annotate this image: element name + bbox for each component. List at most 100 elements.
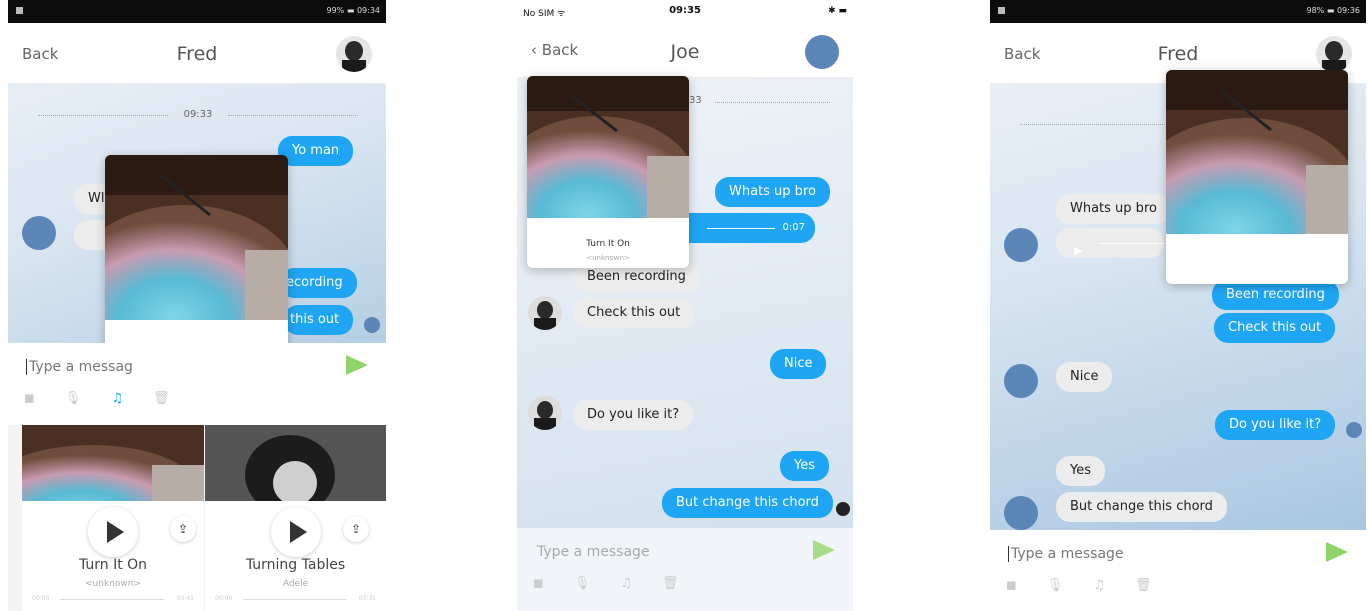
message-incoming[interactable]: Do you like it? bbox=[573, 400, 694, 430]
message-outgoing[interactable]: Do you like it? bbox=[1215, 410, 1336, 440]
album-art-image bbox=[527, 76, 689, 256]
status-bar: 98% ▬ 09:36 bbox=[990, 0, 1366, 23]
nav-bar: ‹ Back Joe bbox=[517, 23, 853, 78]
message-input[interactable]: Type a messag bbox=[26, 359, 133, 375]
message-input[interactable]: Type a message bbox=[1008, 546, 1124, 562]
trash-icon[interactable]: 🗑 bbox=[662, 576, 679, 591]
message-outgoing[interactable]: Been recording bbox=[1212, 280, 1339, 310]
screen-fred-music-picker: 99% ▬ 09:34 Back Fred 09:33 Yo man Wl ec… bbox=[8, 0, 386, 611]
message-outgoing[interactable]: But change this chord bbox=[662, 488, 833, 518]
music-picker: ⇪ Turn It On <unknown> 00:00 03:41 ⇪ Tur… bbox=[8, 425, 386, 611]
track-artist: <unknown> bbox=[586, 254, 630, 262]
time-divider: 33 bbox=[689, 95, 702, 106]
read-receipt-avatar bbox=[1346, 422, 1362, 438]
send-icon[interactable] bbox=[1326, 542, 1348, 562]
message-outgoing[interactable]: Nice bbox=[770, 349, 827, 379]
message-outgoing[interactable]: Check this out bbox=[1214, 313, 1336, 343]
message-incoming[interactable]: Yes bbox=[1056, 456, 1105, 486]
input-bar: Type a message ◼ 🎙 ♫ 🗑 bbox=[517, 528, 853, 611]
album-art-image bbox=[205, 425, 386, 515]
send-icon[interactable] bbox=[813, 540, 835, 560]
contact-avatar[interactable] bbox=[805, 35, 839, 69]
status-time: 09:34 bbox=[356, 6, 380, 15]
input-bar: Type a messag ◼ 🎙 ♫ 🗑 bbox=[8, 343, 386, 425]
album-art-image bbox=[105, 155, 288, 365]
contact-name: Fred bbox=[1157, 43, 1199, 65]
track-artist: Adele bbox=[282, 579, 309, 589]
track-progress: 00:00 03:31 bbox=[215, 595, 376, 602]
contact-name: Joe bbox=[670, 41, 700, 63]
share-icon[interactable]: ⇪ bbox=[170, 516, 196, 542]
notification-icon bbox=[998, 7, 1005, 14]
message-outgoing[interactable]: Yo man bbox=[278, 136, 354, 166]
album-art-image bbox=[22, 425, 204, 545]
attachment-toolbar: ◼ 🎙 ♫ 🗑 bbox=[533, 576, 678, 591]
album-art-preview[interactable]: Turn It On <unknown> bbox=[527, 76, 689, 268]
trash-icon[interactable]: 🗑 bbox=[1135, 578, 1152, 593]
status-bar: 99% ▬ 09:34 bbox=[8, 0, 386, 23]
nav-bar: Back Fred bbox=[8, 23, 386, 84]
attachment-toolbar: ◼ 🎙 ♫ 🗑 bbox=[24, 391, 169, 406]
battery-percent: 98% bbox=[1306, 6, 1325, 15]
camera-icon[interactable]: ◼ bbox=[24, 391, 35, 406]
status-time: 09:36 bbox=[1336, 6, 1360, 15]
music-note-icon[interactable]: ♫ bbox=[1093, 578, 1105, 593]
time-divider: 09:33 bbox=[183, 109, 213, 120]
screen-joe-chat: No SIM ᯤ 09:35 ✱ ▬ ‹ Back Joe 33 Whats u… bbox=[517, 0, 853, 611]
input-bar: Type a message ◼ 🎙 ♫ 🗑 bbox=[990, 530, 1366, 611]
track-title: Turning Tables bbox=[245, 557, 346, 573]
play-icon[interactable]: ▶ bbox=[1074, 236, 1082, 266]
share-icon[interactable]: ⇪ bbox=[343, 516, 369, 542]
battery-percent: 99% bbox=[326, 6, 345, 15]
sender-avatar bbox=[22, 216, 56, 250]
message-outgoing[interactable]: Whats up bro bbox=[715, 177, 830, 207]
battery-icon: ✱ ▬ bbox=[828, 6, 847, 16]
music-tile[interactable]: ⇪ Turning Tables Adele 00:00 03:31 bbox=[205, 425, 386, 611]
attachment-toolbar: ◼ 🎙 ♫ 🗑 bbox=[1006, 578, 1151, 593]
audio-message-incoming[interactable]: ▶ bbox=[1056, 228, 1164, 258]
track-title: Turn It On bbox=[586, 239, 630, 249]
send-icon[interactable] bbox=[346, 355, 368, 375]
screen-fred-chat: 98% ▬ 09:36 Back Fred Whats up bro ▶ Bee… bbox=[990, 0, 1366, 611]
camera-icon[interactable]: ◼ bbox=[1006, 578, 1017, 593]
microphone-icon[interactable]: 🎙 bbox=[574, 576, 591, 591]
message-outgoing[interactable]: this out bbox=[284, 305, 354, 335]
message-incoming[interactable]: But change this chord bbox=[1056, 492, 1227, 522]
notification-icon bbox=[16, 7, 23, 14]
sender-avatar bbox=[528, 296, 562, 330]
audio-message-outgoing[interactable]: 0:07 bbox=[667, 213, 815, 243]
sender-avatar bbox=[1004, 228, 1038, 262]
camera-icon[interactable]: ◼ bbox=[533, 576, 544, 591]
contact-avatar[interactable] bbox=[336, 36, 372, 72]
read-receipt-avatar bbox=[836, 502, 850, 516]
play-icon[interactable] bbox=[88, 507, 138, 557]
album-art-image bbox=[1166, 70, 1348, 278]
sender-avatar bbox=[528, 396, 562, 430]
track-progress: 00:00 03:41 bbox=[32, 595, 194, 602]
contact-avatar[interactable] bbox=[1316, 36, 1352, 72]
album-art-preview[interactable] bbox=[105, 155, 288, 371]
track-artist: <unknown> bbox=[85, 579, 141, 589]
message-incoming[interactable]: Nice bbox=[1056, 362, 1113, 392]
microphone-icon[interactable]: 🎙 bbox=[1047, 578, 1064, 593]
read-receipt-avatar bbox=[364, 317, 380, 333]
contact-name: Fred bbox=[176, 43, 218, 65]
status-bar: No SIM ᯤ 09:35 ✱ ▬ bbox=[517, 0, 853, 23]
album-art-preview[interactable] bbox=[1166, 70, 1348, 284]
microphone-icon[interactable]: 🎙 bbox=[65, 391, 82, 406]
music-note-icon[interactable]: ♫ bbox=[620, 576, 632, 591]
play-icon[interactable] bbox=[271, 507, 321, 557]
message-incoming[interactable]: Check this out bbox=[573, 298, 695, 328]
music-tile[interactable]: ⇪ Turn It On <unknown> 00:00 03:41 bbox=[22, 425, 204, 611]
status-time: 09:35 bbox=[669, 5, 701, 16]
trash-icon[interactable]: 🗑 bbox=[153, 391, 170, 406]
message-input[interactable]: Type a message bbox=[535, 544, 650, 560]
message-outgoing[interactable]: Yes bbox=[780, 451, 829, 481]
message-incoming[interactable]: Whats up bro bbox=[1056, 194, 1171, 224]
message-outgoing[interactable]: ecording bbox=[280, 268, 357, 298]
audio-duration: 0:07 bbox=[782, 222, 805, 233]
sender-avatar bbox=[1004, 364, 1038, 398]
track-title: Turn It On bbox=[78, 557, 148, 573]
music-note-icon[interactable]: ♫ bbox=[111, 391, 123, 406]
sender-avatar bbox=[1004, 496, 1038, 530]
